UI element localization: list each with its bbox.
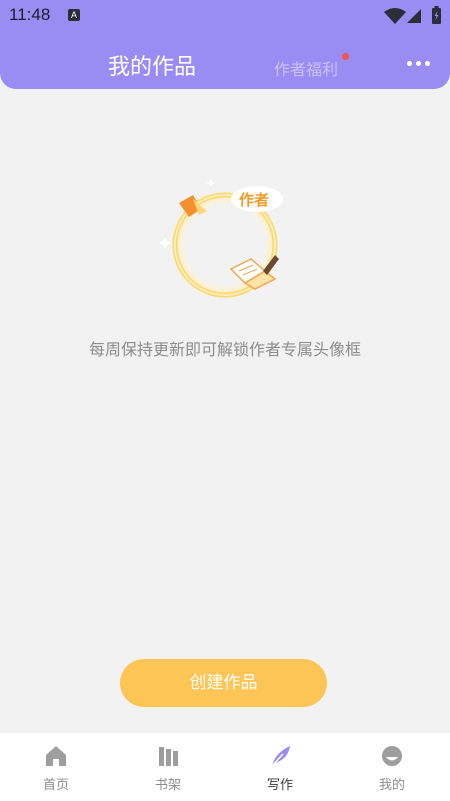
home-icon	[46, 746, 66, 766]
more-options-icon[interactable]	[404, 58, 432, 70]
more-dot	[425, 61, 430, 66]
empty-state-hint: 每周保持更新即可解锁作者专属头像框	[88, 340, 361, 359]
profile-icon	[382, 746, 402, 766]
battery-icon	[432, 6, 441, 24]
more-dot	[416, 61, 421, 66]
create-work-button[interactable]: 创建作品	[120, 659, 327, 707]
notification-app-icon: A	[68, 9, 80, 21]
author-badge-text: 作者	[239, 191, 269, 209]
nav-label-home: 首页	[42, 778, 69, 793]
notification-dot	[342, 53, 349, 60]
nav-item-bookshelf[interactable]: 书架	[112, 733, 224, 801]
nav-label-bookshelf: 书架	[154, 778, 181, 793]
feather-pen-icon	[271, 746, 290, 767]
author-welfare-tab[interactable]: 作者福利	[274, 56, 338, 80]
wifi-icon	[384, 8, 406, 24]
nav-item-writing[interactable]: 写作	[224, 733, 336, 801]
clock: 11:48	[9, 5, 51, 24]
nav-label-profile: 我的	[378, 778, 405, 793]
nav-label-writing: 写作	[266, 778, 293, 793]
top-app-bar: 11:48 A 我的作品 作者福利	[0, 0, 450, 89]
signal-icon	[407, 9, 421, 23]
nav-item-home[interactable]: 首页	[0, 733, 112, 801]
nav-item-profile[interactable]: 我的	[336, 733, 448, 801]
more-dot	[407, 61, 412, 66]
bottom-navigation: 首页 书架 写作 我的	[0, 733, 450, 801]
page-title: 我的作品	[108, 55, 197, 80]
status-bar: 11:48 A	[0, 0, 450, 32]
author-avatar-frame-illustration: 作者	[159, 179, 283, 300]
bookshelf-icon	[159, 747, 178, 766]
